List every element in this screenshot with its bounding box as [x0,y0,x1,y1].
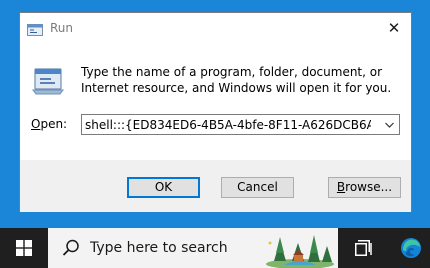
close-button[interactable]: ✕ [379,15,409,41]
button-bar: OK Cancel Browse... [20,160,411,212]
task-view-button[interactable] [344,228,384,268]
close-icon: ✕ [387,19,401,37]
run-dialog: Run ✕ Type the name of a program, folder… [19,12,412,212]
run-app-icon [27,22,43,36]
chevron-down-icon[interactable] [382,116,397,133]
title-bar[interactable]: Run ✕ [20,13,411,45]
search-placeholder: Type here to search [90,240,228,256]
open-combobox[interactable] [81,114,400,135]
open-input[interactable] [85,115,371,134]
search-highlight-illustration [266,235,334,268]
edge-taskbar-button[interactable] [392,228,430,268]
ok-button[interactable]: OK [127,177,200,198]
taskbar: Type here to search [0,228,430,268]
window-title: Run [50,21,74,35]
cancel-button[interactable]: Cancel [221,177,294,198]
search-icon [62,239,79,256]
browse-button[interactable]: Browse... [328,177,401,198]
open-label: Open: [31,117,68,131]
run-program-icon [31,66,65,96]
start-button[interactable] [0,228,48,268]
windows-logo-icon [16,240,32,256]
task-view-icon [355,240,372,256]
taskbar-search-box[interactable]: Type here to search [48,228,338,268]
edge-icon [401,238,421,258]
instruction-text: Type the name of a program, folder, docu… [81,65,392,95]
